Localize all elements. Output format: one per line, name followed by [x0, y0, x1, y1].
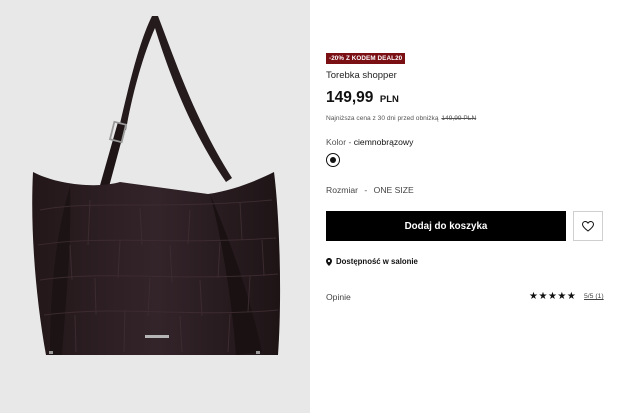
star-icon: ★ [529, 291, 538, 302]
color-swatch-selected[interactable] [326, 153, 340, 167]
size-value: ONE SIZE [373, 185, 414, 195]
star-icon: ★ [566, 291, 576, 302]
color-label: Kolor [326, 137, 347, 147]
star-icon: ★ [547, 291, 557, 302]
rating-stars: ★ ★ ★ ★ ★ [529, 292, 576, 302]
rating-link[interactable]: 5/5 (1) [584, 293, 604, 300]
lowest-price-info: Najniższa cena z 30 dni przed obniżką 14… [326, 115, 476, 122]
wishlist-button[interactable] [573, 211, 603, 241]
promo-badge: -20% Z KODEM DEAL20 [326, 53, 406, 64]
availability-label: Dostępność w salonie [336, 257, 418, 266]
color-value: ciemnobrązowy [353, 137, 414, 147]
product-name: Torebka shopper [326, 70, 397, 81]
star-icon: ★ [557, 291, 567, 302]
size-separator: - [364, 185, 368, 195]
star-icon: ★ [538, 291, 548, 302]
reviews-label: Opinie [326, 292, 351, 302]
location-pin-icon [326, 257, 332, 266]
price: 149,99 PLN [326, 89, 399, 107]
price-currency: PLN [379, 94, 399, 105]
add-to-cart-button[interactable]: Dodaj do koszyka [326, 211, 566, 241]
lowest-price-text: Najniższa cena z 30 dni przed obniżką [326, 115, 439, 122]
color-separator: - [348, 137, 352, 147]
product-image[interactable] [0, 0, 310, 413]
reviews-section[interactable]: Opinie ★ ★ ★ ★ ★ 5/5 (1) [326, 292, 604, 304]
product-details: -20% Z KODEM DEAL20 Torebka shopper 149,… [326, 0, 616, 413]
heart-icon [582, 220, 594, 232]
store-availability-link[interactable]: Dostępność w salonie [326, 257, 418, 266]
price-amount: 149,99 [326, 89, 374, 106]
color-selector-label: Kolor - ciemnobrązowy [326, 137, 413, 147]
old-price: 149,99 PLN [441, 115, 477, 122]
color-swatch-fill [329, 156, 336, 163]
size-label: Rozmiar [326, 185, 358, 195]
size-selector[interactable]: Rozmiar - ONE SIZE [326, 185, 414, 195]
product-photo-shopper-bag [32, 16, 281, 355]
